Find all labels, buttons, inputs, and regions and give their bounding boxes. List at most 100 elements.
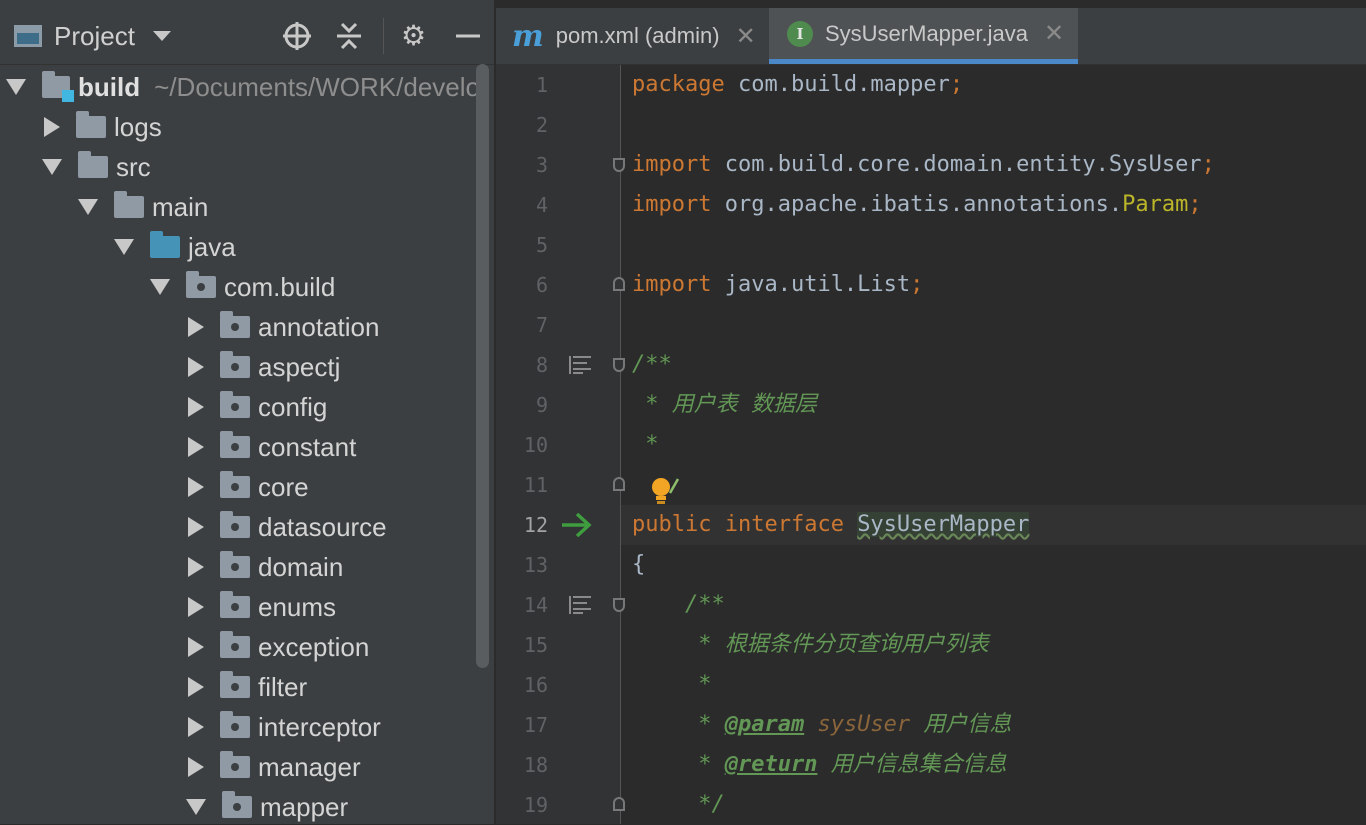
render-doc-icon[interactable] <box>569 356 591 374</box>
fold-marker-icon[interactable] <box>613 797 625 811</box>
tree-item-mapper[interactable]: mapper <box>0 787 480 824</box>
semicolon: ; <box>1188 192 1202 217</box>
javadoc-tag: @return <box>724 752 818 777</box>
project-toolbar: Project ⚙ <box>0 0 494 65</box>
chevron-down-icon[interactable] <box>150 279 170 295</box>
chevron-right-icon[interactable] <box>44 117 60 137</box>
chevron-down-icon[interactable] <box>42 159 62 175</box>
chevron-right-icon[interactable] <box>188 637 204 657</box>
line-number: 13 <box>523 553 548 577</box>
chevron-right-icon[interactable] <box>188 317 204 337</box>
tree-item-main[interactable]: main <box>0 187 480 227</box>
chevron-right-icon[interactable] <box>188 397 204 417</box>
tree-item-manager[interactable]: manager <box>0 747 480 787</box>
line-number: 5 <box>535 233 548 257</box>
tree-item-exception[interactable]: exception <box>0 627 480 667</box>
tree-item-filter[interactable]: filter <box>0 667 480 707</box>
chevron-down-icon[interactable] <box>78 199 98 215</box>
gear-icon[interactable]: ⚙ <box>401 14 426 58</box>
chevron-right-icon[interactable] <box>188 437 204 457</box>
fold-marker-icon[interactable] <box>613 358 625 372</box>
package-icon <box>186 271 216 298</box>
chevron-down-icon[interactable] <box>114 239 134 255</box>
tree-item-aspectj[interactable]: aspectj <box>0 347 480 387</box>
tab-label: SysUserMapper.java <box>825 20 1028 46</box>
implemented-arrow-icon[interactable] <box>560 511 594 539</box>
line-number: 16 <box>523 673 548 697</box>
tree-item-domain[interactable]: domain <box>0 547 480 587</box>
tree-item-logs[interactable]: logs <box>0 107 480 147</box>
annotation-name: Param <box>1122 192 1189 217</box>
tree-item-label: build <box>78 71 141 102</box>
line-number: 4 <box>535 193 548 217</box>
package-icon <box>220 471 250 498</box>
fold-marker-icon[interactable] <box>613 158 625 172</box>
tree-item-datasource[interactable]: datasource <box>0 507 480 547</box>
fold-marker-icon[interactable] <box>613 277 625 291</box>
chevron-right-icon[interactable] <box>188 757 204 777</box>
chevron-down-icon[interactable] <box>6 79 26 95</box>
tree-item-label: config <box>258 391 328 422</box>
tree-item-constant[interactable]: constant <box>0 427 480 467</box>
chevron-right-icon[interactable] <box>188 717 204 737</box>
minimize-icon <box>456 34 480 38</box>
tree-item-com-build[interactable]: com.build <box>0 267 480 307</box>
close-icon[interactable]: ✕ <box>1044 19 1064 48</box>
code-editor[interactable]: 1 2 3 4 5 6 7 8 9 10 11 12 13 14 15 16 17 18 19 package co… <box>496 65 1366 824</box>
fold-marker-icon[interactable] <box>613 477 625 491</box>
package-icon <box>220 591 250 618</box>
code-line-15: * 根据条件分页查询用户列表 <box>632 632 989 657</box>
folder-icon <box>114 191 144 218</box>
tree-item-enums[interactable]: enums <box>0 587 480 627</box>
code-line-3: import com.build.core.domain.entity.SysU… <box>632 145 1215 185</box>
comment-text: * <box>632 712 725 737</box>
tree-item-java[interactable]: java <box>0 227 480 267</box>
module-folder-icon <box>42 71 75 102</box>
locate-file-button[interactable] <box>282 14 312 58</box>
line-number: 11 <box>523 473 548 497</box>
code-text: org.apache.ibatis.annotations. <box>711 192 1123 217</box>
keyword: import <box>632 192 712 217</box>
tree-item-label: manager <box>258 751 361 782</box>
chevron-down-icon[interactable] <box>186 799 206 815</box>
chevron-right-icon[interactable] <box>188 517 204 537</box>
line-number: 15 <box>523 633 548 657</box>
chevron-down-icon[interactable] <box>152 31 171 41</box>
lightbulb-icon[interactable] <box>648 475 688 509</box>
render-doc-icon[interactable] <box>569 596 591 614</box>
fold-marker-icon[interactable] <box>613 598 625 612</box>
hide-panel-button[interactable] <box>456 14 480 58</box>
tree-item-core[interactable]: core <box>0 467 480 507</box>
code-line-17: * @param sysUser 用户信息 <box>632 705 1011 745</box>
chevron-right-icon[interactable] <box>188 557 204 577</box>
code-line-14: /** <box>632 592 725 617</box>
tree-item-label: enums <box>258 591 337 622</box>
project-view-selector[interactable]: Project <box>14 14 171 58</box>
line-number: 12 <box>523 513 548 537</box>
tree-item-src[interactable]: src <box>0 147 480 187</box>
tree-item-config[interactable]: config <box>0 387 480 427</box>
package-icon <box>220 671 250 698</box>
chevron-right-icon[interactable] <box>188 677 204 697</box>
crosshair-icon <box>283 22 311 50</box>
tab-pom-xml[interactable]: m pom.xml (admin) ✕ <box>496 8 768 64</box>
tree-item-label: mapper <box>260 791 349 822</box>
code-line-13: { <box>632 552 646 577</box>
tree-item-annotation[interactable]: annotation <box>0 307 480 347</box>
chevron-right-icon[interactable] <box>188 597 204 617</box>
line-number: 9 <box>535 393 548 417</box>
tab-sysusermapper-java[interactable]: I SysUserMapper.java ✕ <box>769 8 1078 64</box>
code-line-4: import org.apache.ibatis.annotations.Par… <box>632 185 1202 225</box>
collapse-all-button[interactable] <box>336 14 362 58</box>
tree-item-interceptor[interactable]: interceptor <box>0 707 480 747</box>
line-number: 6 <box>535 273 548 297</box>
chevron-right-icon[interactable] <box>188 357 204 377</box>
chevron-right-icon[interactable] <box>188 477 204 497</box>
tree-item-label: exception <box>258 631 370 662</box>
tree-item-build[interactable]: build ~/Documents/WORK/develo <box>0 67 480 107</box>
project-scrollbar[interactable] <box>476 64 489 668</box>
close-icon[interactable]: ✕ <box>736 22 756 51</box>
tree-item-label: com.build <box>224 271 336 302</box>
code-line-16: * <box>632 672 712 697</box>
tree-item-label: logs <box>114 111 162 142</box>
